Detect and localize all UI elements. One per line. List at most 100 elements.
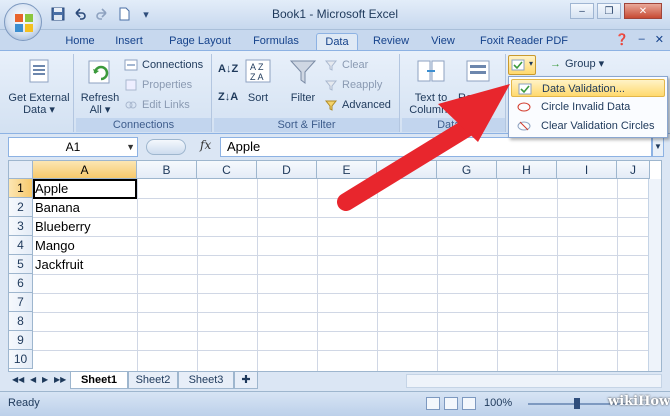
office-button[interactable] <box>4 3 42 41</box>
normal-view-icon[interactable] <box>426 397 440 410</box>
sort-button[interactable]: A Z Z A Sort <box>242 57 274 104</box>
data-validation-dropdown-button[interactable]: ▾ <box>508 55 536 75</box>
column-header-b[interactable]: B <box>137 161 197 179</box>
page-layout-view-icon[interactable] <box>444 397 458 410</box>
data-validation-menu: Data Validation... Circle Invalid Data C… <box>508 76 668 138</box>
vertical-scrollbar[interactable] <box>648 179 661 371</box>
next-sheet-icon[interactable]: ▶ <box>42 375 48 384</box>
row-header-2[interactable]: 2 <box>9 198 33 217</box>
clear-button[interactable]: Clear <box>324 56 368 74</box>
grid-line <box>557 179 558 371</box>
row-header-9[interactable]: 9 <box>9 331 33 350</box>
text-to-columns-button[interactable]: Text to Columns <box>406 57 456 116</box>
group-data-tools: Text to Columns Remove Dup Data T <box>402 54 506 132</box>
sheet-tab-3[interactable]: Sheet3 <box>178 372 234 389</box>
column-header-j[interactable]: J <box>617 161 650 179</box>
column-header-f[interactable]: F <box>377 161 437 179</box>
ribbon-close-icon[interactable]: ✕ <box>655 33 664 46</box>
ribbon-tabs: Home Insert Page Layout Formulas Data Re… <box>0 30 670 51</box>
minimize-button[interactable]: – <box>570 3 594 19</box>
name-box[interactable]: A1 ▼ <box>8 137 138 157</box>
grid-line <box>33 255 661 256</box>
restore-button[interactable]: ❐ <box>597 3 621 19</box>
remove-duplicates-button[interactable]: Remove Dup <box>458 57 499 116</box>
status-bar: Ready 100% <box>0 391 670 416</box>
group-connections: Refresh All ▾ Connections Properties Edi… <box>76 54 212 132</box>
sort-za-button[interactable]: Z↓A <box>218 88 238 106</box>
page-break-view-icon[interactable] <box>462 397 476 410</box>
worksheet-grid[interactable]: A B C D E F G H I J 1 2 3 4 5 6 7 8 9 10 <box>8 160 662 372</box>
filter-button[interactable]: Filter <box>286 57 320 104</box>
grid-line <box>197 179 198 371</box>
sheet-tab-1[interactable]: Sheet1 <box>70 372 128 389</box>
advanced-button[interactable]: Advanced <box>324 96 391 114</box>
cell-a2[interactable]: Banana <box>35 198 80 217</box>
name-box-dropdown-icon[interactable]: ▼ <box>126 138 135 156</box>
column-header-i[interactable]: I <box>557 161 617 179</box>
column-header-h[interactable]: H <box>497 161 557 179</box>
column-header-d[interactable]: D <box>257 161 317 179</box>
tab-foxit[interactable]: Foxit Reader PDF <box>474 33 574 51</box>
status-mode: Ready <box>8 397 40 409</box>
tab-formulas[interactable]: Formulas <box>248 33 304 51</box>
sheet-tab-2[interactable]: Sheet2 <box>128 372 178 389</box>
close-button[interactable]: ✕ <box>624 3 662 19</box>
advanced-filter-icon <box>324 98 338 112</box>
sort-az-icon: A↓Z <box>218 63 239 75</box>
reapply-button[interactable]: Reapply <box>324 76 382 94</box>
tab-insert[interactable]: Insert <box>108 33 150 51</box>
grid-line <box>377 179 378 371</box>
formula-bar-splitter[interactable] <box>146 139 186 155</box>
grid-line <box>317 179 318 371</box>
column-header-a[interactable]: A <box>33 161 137 179</box>
grid-line <box>137 179 138 371</box>
properties-button[interactable]: Properties <box>124 76 192 94</box>
cell-a5[interactable]: Jackfruit <box>35 255 83 274</box>
zoom-level[interactable]: 100% <box>484 397 512 409</box>
get-external-data-button[interactable]: Get External Data ▾ <box>8 57 70 116</box>
row-header-5[interactable]: 5 <box>9 255 33 274</box>
column-header-c[interactable]: C <box>197 161 257 179</box>
first-sheet-icon[interactable]: ◀◀ <box>12 375 24 384</box>
cell-a4[interactable]: Mango <box>35 236 75 255</box>
row-header-8[interactable]: 8 <box>9 312 33 331</box>
tab-data[interactable]: Data <box>316 33 358 51</box>
sort-az-button[interactable]: A↓Z <box>218 60 238 78</box>
horizontal-scrollbar[interactable] <box>406 374 662 388</box>
row-header-6[interactable]: 6 <box>9 274 33 293</box>
row-header-3[interactable]: 3 <box>9 217 33 236</box>
menu-item-clear-circles[interactable]: Clear Validation Circles <box>511 117 665 135</box>
tab-page-layout[interactable]: Page Layout <box>164 33 236 51</box>
tab-view[interactable]: View <box>424 33 462 51</box>
zoom-slider-thumb[interactable] <box>574 398 580 409</box>
help-icon[interactable]: ❓ <box>615 33 629 46</box>
ribbon-minimize-icon[interactable]: – <box>639 33 645 46</box>
insert-sheet-icon[interactable]: ✚ <box>234 372 258 389</box>
formula-expand-icon[interactable]: ▼ <box>652 137 664 157</box>
formula-input[interactable]: Apple <box>220 137 652 157</box>
row-header-10[interactable]: 10 <box>9 350 33 369</box>
svg-text:A Z: A Z <box>250 62 264 72</box>
insert-function-icon[interactable]: fx <box>200 138 211 152</box>
select-all-corner[interactable] <box>9 161 33 179</box>
row-header-4[interactable]: 4 <box>9 236 33 255</box>
connections-button[interactable]: Connections <box>124 56 203 74</box>
tab-home[interactable]: Home <box>60 33 100 51</box>
external-data-icon <box>29 59 49 83</box>
cell-a3[interactable]: Blueberry <box>35 217 91 236</box>
menu-item-circle-invalid[interactable]: Circle Invalid Data <box>511 98 665 116</box>
row-header-7[interactable]: 7 <box>9 293 33 312</box>
refresh-all-button[interactable]: Refresh All ▾ <box>80 57 120 116</box>
column-header-g[interactable]: G <box>437 161 497 179</box>
tab-review[interactable]: Review <box>368 33 414 51</box>
group-button[interactable]: → Group ▾ <box>550 55 604 73</box>
menu-item-data-validation[interactable]: Data Validation... <box>511 79 665 97</box>
prev-sheet-icon[interactable]: ◀ <box>30 375 36 384</box>
column-header-e[interactable]: E <box>317 161 377 179</box>
last-sheet-icon[interactable]: ▶▶ <box>54 375 66 384</box>
grid-line <box>257 179 258 371</box>
filter-funnel-icon <box>289 60 317 84</box>
window-controls: – ❐ ✕ <box>570 3 662 19</box>
row-header-1[interactable]: 1 <box>9 179 33 198</box>
edit-links-button[interactable]: Edit Links <box>124 96 190 114</box>
